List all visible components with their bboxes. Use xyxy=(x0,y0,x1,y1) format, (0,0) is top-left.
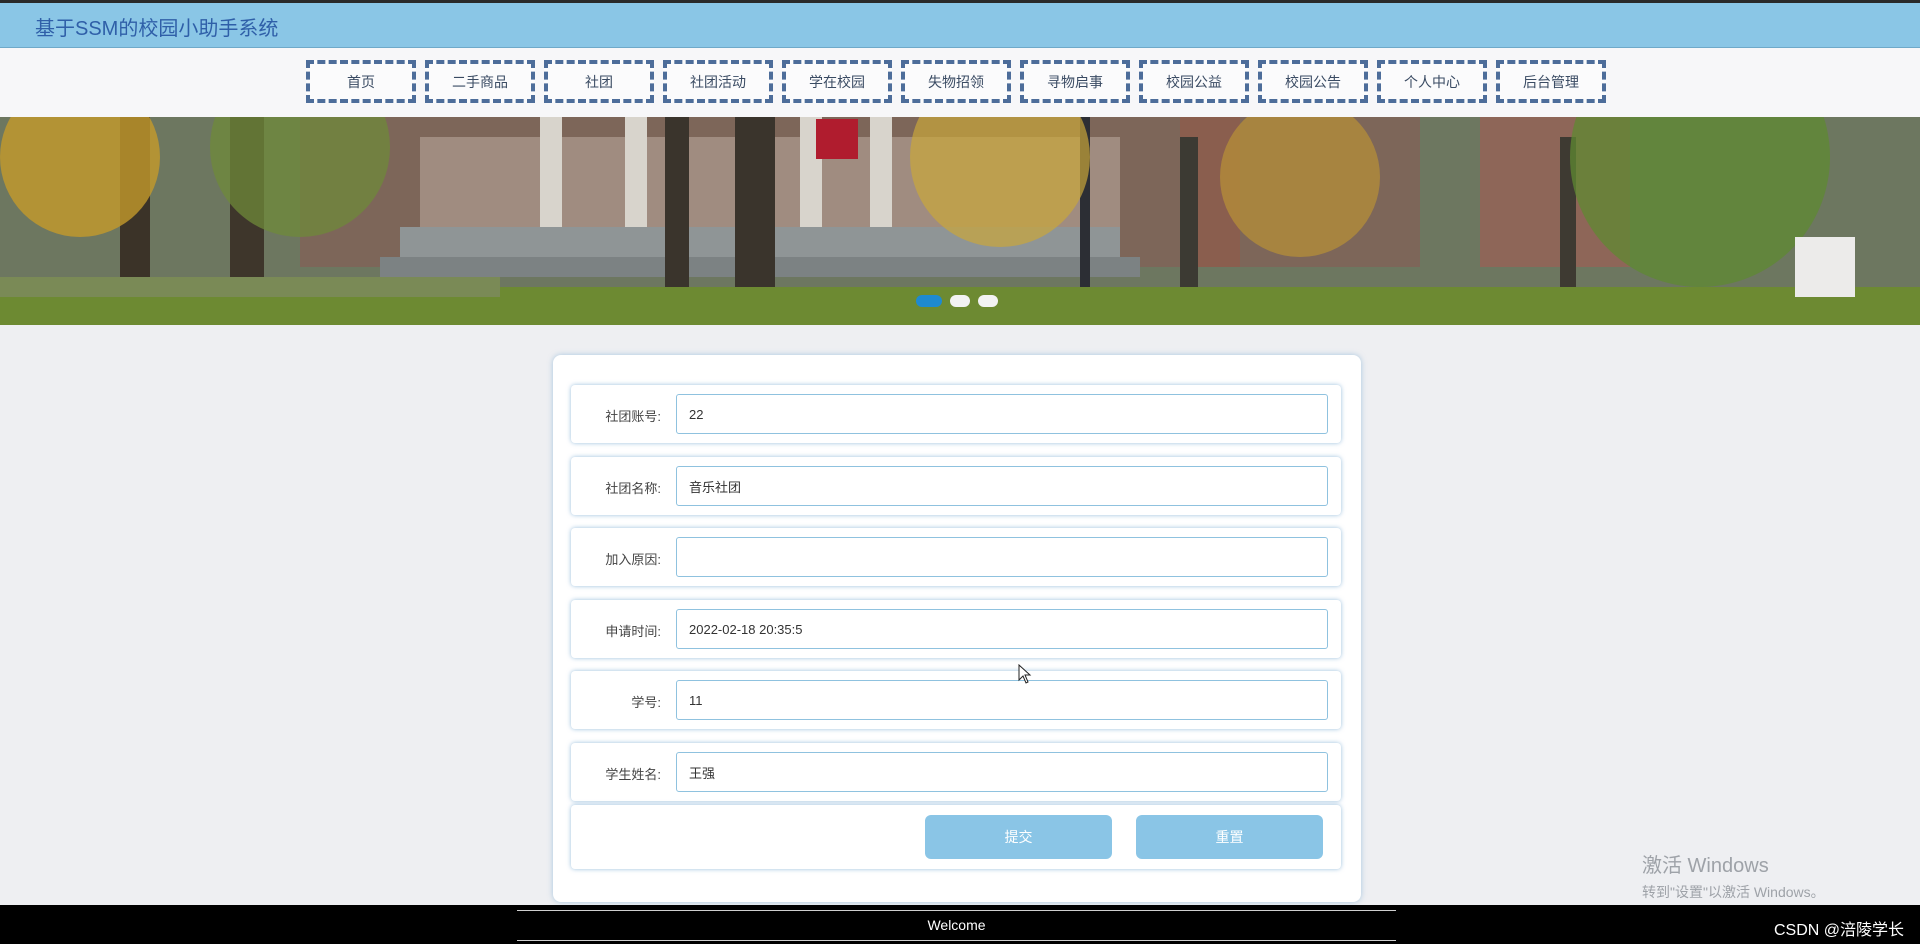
carousel-dot-1[interactable] xyxy=(916,295,942,307)
student-id-input[interactable] xyxy=(676,680,1328,720)
form-row-join-reason: 加入原因: xyxy=(571,528,1341,586)
nav-item-clubs[interactable]: 社团 xyxy=(544,60,654,103)
form-row-club-name: 社团名称: xyxy=(571,457,1341,515)
nav-item-campus-announcements[interactable]: 校园公告 xyxy=(1258,60,1368,103)
form-row-application-time: 申请时间: xyxy=(571,600,1341,658)
student-name-label: 学生姓名: xyxy=(605,767,661,782)
club-application-form: 社团账号: 社团名称: 加入原因: 申请时间: 学号: 学生姓名: 提交 重置 xyxy=(553,355,1361,902)
footer-welcome: Welcome xyxy=(927,917,986,933)
footer-divider-bottom xyxy=(517,940,1396,941)
campus-banner-image xyxy=(0,117,1920,325)
form-actions-row: 提交 重置 xyxy=(571,805,1341,869)
application-time-label: 申请时间: xyxy=(605,624,661,639)
submit-button[interactable]: 提交 xyxy=(925,815,1112,859)
carousel-dot-3[interactable] xyxy=(978,295,998,307)
site-title: 基于SSM的校园小助手系统 xyxy=(35,18,279,40)
form-row-student-name: 学生姓名: xyxy=(571,743,1341,801)
club-name-label: 社团名称: xyxy=(605,481,661,496)
footer-credit: CSDN @涪陵学长 xyxy=(1773,922,1904,939)
nav-item-second-hand-goods[interactable]: 二手商品 xyxy=(425,60,535,103)
application-time-input[interactable] xyxy=(676,609,1328,649)
student-name-input[interactable] xyxy=(676,752,1328,792)
club-account-label: 社团账号: xyxy=(605,409,661,424)
club-name-input[interactable] xyxy=(676,466,1328,506)
club-account-input[interactable] xyxy=(676,394,1328,434)
banner-carousel[interactable] xyxy=(0,117,1920,325)
nav-item-study-on-campus[interactable]: 学在校园 xyxy=(782,60,892,103)
mouse-cursor-icon xyxy=(1018,664,1032,684)
main-navigation: 首页 二手商品 社团 社团活动 学在校园 失物招领 寻物启事 校园公益 校园公告… xyxy=(0,48,1920,117)
nav-item-campus-charity[interactable]: 校园公益 xyxy=(1139,60,1249,103)
student-id-label: 学号: xyxy=(631,695,661,710)
top-header-bar: 基于SSM的校园小助手系统 xyxy=(0,0,1920,48)
form-row-club-account: 社团账号: xyxy=(571,385,1341,443)
watermark-line-1: 激活 Windows xyxy=(1642,855,1769,877)
page-footer: Welcome CSDN @涪陵学长 xyxy=(0,905,1920,944)
reset-button[interactable]: 重置 xyxy=(1136,815,1323,859)
join-reason-label: 加入原因: xyxy=(605,552,661,567)
nav-item-home[interactable]: 首页 xyxy=(306,60,416,103)
footer-divider-top xyxy=(517,910,1396,911)
windows-activation-watermark: 激活 Windows 转到"设置"以激活 Windows。 xyxy=(1642,849,1825,902)
nav-item-lost-and-found[interactable]: 失物招领 xyxy=(901,60,1011,103)
carousel-indicators xyxy=(916,295,998,307)
nav-item-admin-panel[interactable]: 后台管理 xyxy=(1496,60,1606,103)
watermark-line-2: 转到"设置"以激活 Windows。 xyxy=(1642,884,1825,900)
nav-item-personal-center[interactable]: 个人中心 xyxy=(1377,60,1487,103)
nav-item-lost-item-notices[interactable]: 寻物启事 xyxy=(1020,60,1130,103)
join-reason-input[interactable] xyxy=(676,537,1328,577)
carousel-dot-2[interactable] xyxy=(950,295,970,307)
form-row-student-id: 学号: xyxy=(571,671,1341,729)
nav-item-club-activities[interactable]: 社团活动 xyxy=(663,60,773,103)
nav-list: 首页 二手商品 社团 社团活动 学在校园 失物招领 寻物启事 校园公益 校园公告… xyxy=(306,60,1606,103)
